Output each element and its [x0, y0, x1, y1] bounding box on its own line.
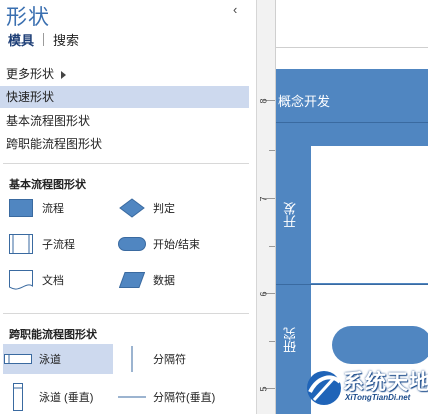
watermark-title: 系统天地 — [343, 371, 428, 394]
shape-swimlane-vertical[interactable]: 泳道 (垂直) — [3, 382, 113, 412]
ruler-number: 7 — [258, 196, 269, 202]
shape-swimlane[interactable]: 泳道 — [3, 344, 113, 374]
process-rectangle-icon — [6, 196, 36, 220]
shape-label: 分隔符 — [153, 354, 186, 366]
pane-tabs: 模具 搜索 — [8, 30, 79, 49]
swimlane-vertical-icon — [3, 383, 33, 411]
pane-title: 形状 — [6, 6, 50, 29]
ruler-tick — [269, 246, 275, 247]
lane-body[interactable] — [311, 146, 428, 283]
divider — [3, 313, 249, 314]
stencil-basic-flowchart[interactable]: 基本流程图形状 — [0, 110, 249, 132]
document-icon — [6, 268, 36, 292]
subprocess-icon — [6, 232, 36, 256]
shape-label: 子流程 — [42, 239, 75, 251]
vertical-ruler: 8 7 6 5 — [257, 0, 276, 414]
shape-process[interactable]: 流程 — [6, 196, 106, 220]
section-title: 基本流程图形状 — [9, 179, 86, 191]
watermark-url: XiTongTianDi.net — [345, 393, 411, 402]
shape-separator-vertical[interactable]: 分隔符(垂直) — [117, 382, 247, 412]
start-end-shape[interactable] — [332, 326, 428, 364]
lane-label-research[interactable]: 研究 — [281, 327, 300, 353]
ruler-number: 5 — [258, 386, 269, 392]
swimlane-icon — [3, 347, 33, 371]
shape-label: 判定 — [153, 203, 175, 215]
shape-decision[interactable]: 判定 — [117, 196, 227, 220]
stencil-label: 跨职能流程图形状 — [6, 137, 103, 151]
data-parallelogram-icon — [117, 268, 147, 292]
ruler-number: 8 — [258, 98, 269, 104]
tab-separator — [43, 33, 45, 46]
ruler-tick — [269, 150, 275, 151]
section-title: 跨职能流程图形状 — [9, 329, 97, 341]
page-boundary — [276, 47, 428, 48]
pool-title[interactable]: 概念开发 — [278, 91, 330, 110]
ruler-number: 6 — [258, 291, 269, 297]
shapes-pane: 形状 ‹ 模具 搜索 更多形状 快速形状 基本流程图形状 跨职能流程图形状 基本… — [0, 0, 257, 414]
shape-label: 泳道 (垂直) — [39, 392, 94, 404]
shape-label: 泳道 — [39, 354, 61, 366]
shape-start-end[interactable]: 开始/结束 — [117, 232, 247, 256]
tab-stencils[interactable]: 模具 — [8, 30, 34, 49]
lane-label-dev[interactable]: 开发 — [281, 202, 300, 228]
drawing-canvas[interactable]: 概念开发 开发 研究 — [276, 0, 428, 414]
stencil-quick-shapes[interactable]: 快速形状 — [0, 86, 249, 108]
shape-separator[interactable]: 分隔符 — [117, 344, 237, 374]
shape-label: 文档 — [42, 275, 64, 287]
terminator-icon — [117, 232, 147, 256]
stencil-label: 基本流程图形状 — [6, 114, 91, 128]
shape-label: 流程 — [42, 203, 64, 215]
separator-vertical-icon — [117, 385, 147, 409]
separator-icon — [117, 346, 147, 372]
stencil-cross-functional[interactable]: 跨职能流程图形状 — [0, 133, 249, 155]
globe-logo-icon — [307, 371, 342, 405]
more-shapes-menu[interactable]: 更多形状 — [0, 63, 249, 85]
shape-data[interactable]: 数据 — [117, 268, 227, 292]
stencil-label: 快速形状 — [6, 90, 55, 104]
shape-label: 数据 — [153, 275, 175, 287]
shape-label: 开始/结束 — [153, 239, 201, 251]
collapse-pane-button[interactable]: ‹ — [233, 2, 237, 17]
pool-header-divider — [276, 122, 428, 123]
shape-subprocess[interactable]: 子流程 — [6, 232, 106, 256]
chevron-right-icon — [61, 70, 67, 79]
ruler-tick — [269, 341, 275, 342]
shape-label: 分隔符(垂直) — [153, 392, 216, 404]
divider — [3, 163, 249, 164]
tab-search[interactable]: 搜索 — [53, 30, 79, 49]
more-shapes-label: 更多形状 — [6, 67, 55, 81]
site-watermark: 系统天地 XiTongTianDi.net — [300, 362, 428, 414]
decision-diamond-icon — [117, 196, 147, 220]
shape-document[interactable]: 文档 — [6, 268, 106, 292]
